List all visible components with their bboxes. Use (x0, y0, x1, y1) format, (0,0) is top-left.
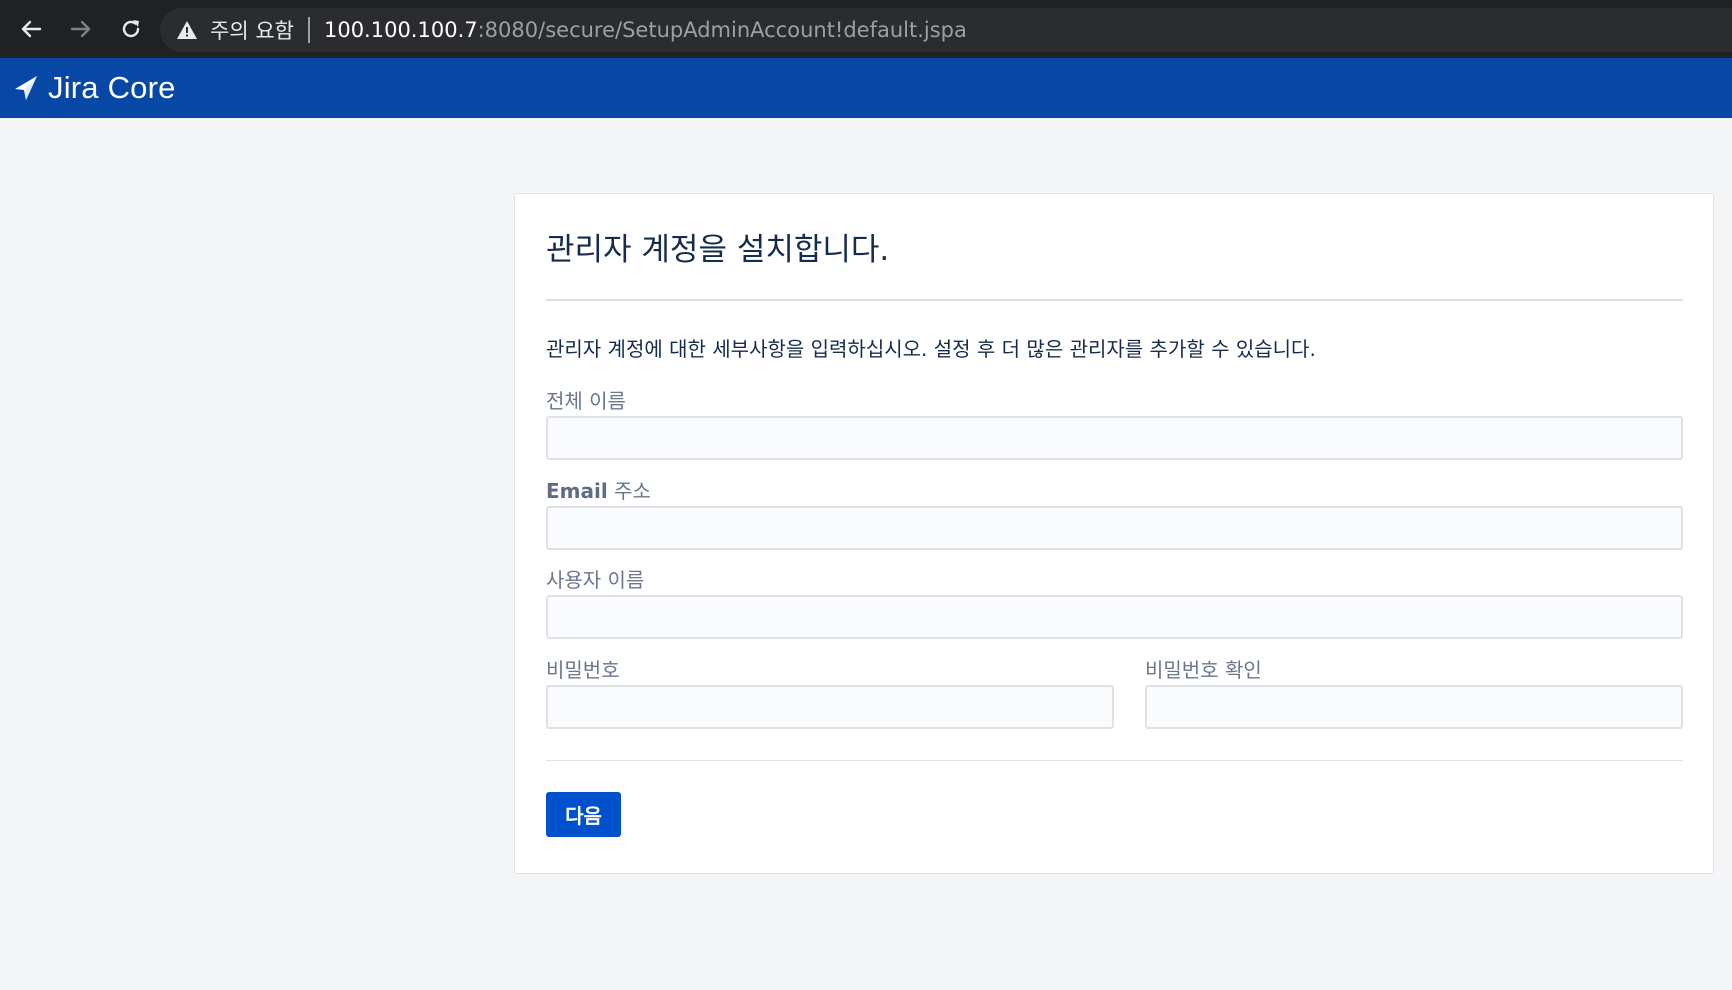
warning-triangle-icon[interactable] (176, 20, 198, 40)
page-title: 관리자 계정을 설치합니다. (546, 232, 890, 268)
back-button[interactable] (6, 0, 56, 58)
full-name-input[interactable] (546, 416, 1683, 460)
setup-admin-panel: 관리자 계정을 설치합니다. 관리자 계정에 대한 세부사항을 입력하십시오. … (514, 193, 1714, 874)
security-status-label[interactable]: 주의 요함 (210, 15, 294, 45)
confirm-password-label: 비밀번호 확인 (1145, 658, 1262, 682)
app-title[interactable]: Jira Core (48, 70, 176, 106)
url-path: :8080/secure/SetupAdminAccount!default.j… (477, 18, 967, 42)
password-label: 비밀번호 (546, 658, 620, 682)
password-input[interactable] (546, 685, 1114, 729)
forward-button[interactable] (56, 0, 106, 58)
confirm-password-input[interactable] (1145, 685, 1683, 729)
reload-icon (122, 20, 140, 38)
browser-toolbar: 주의 요함 100.100.100.7:8080/secure/SetupAdm… (0, 0, 1732, 58)
app-header: Jira Core (0, 58, 1732, 118)
url-host: 100.100.100.7 (323, 18, 478, 42)
email-label-strong: Email (546, 479, 608, 503)
jira-logo-icon[interactable] (14, 75, 38, 101)
reload-button[interactable] (106, 0, 156, 58)
title-divider (546, 299, 1683, 301)
next-button[interactable]: 다음 (546, 792, 621, 837)
email-label-rest: 주소 (607, 479, 651, 503)
full-name-label: 전체 이름 (546, 389, 626, 413)
intro-text: 관리자 계정에 대한 세부사항을 입력하십시오. 설정 후 더 많은 관리자를 … (546, 337, 1316, 361)
arrow-right-icon (70, 20, 91, 38)
email-label: Email 주소 (546, 475, 651, 504)
footer-divider (546, 760, 1683, 761)
arrow-left-icon (21, 20, 42, 38)
username-label: 사용자 이름 (546, 568, 645, 592)
omnibox-separator (307, 17, 310, 43)
address-bar[interactable]: 주의 요함 100.100.100.7:8080/secure/SetupAdm… (160, 8, 1732, 52)
username-input[interactable] (546, 595, 1683, 639)
email-input[interactable] (546, 506, 1683, 550)
